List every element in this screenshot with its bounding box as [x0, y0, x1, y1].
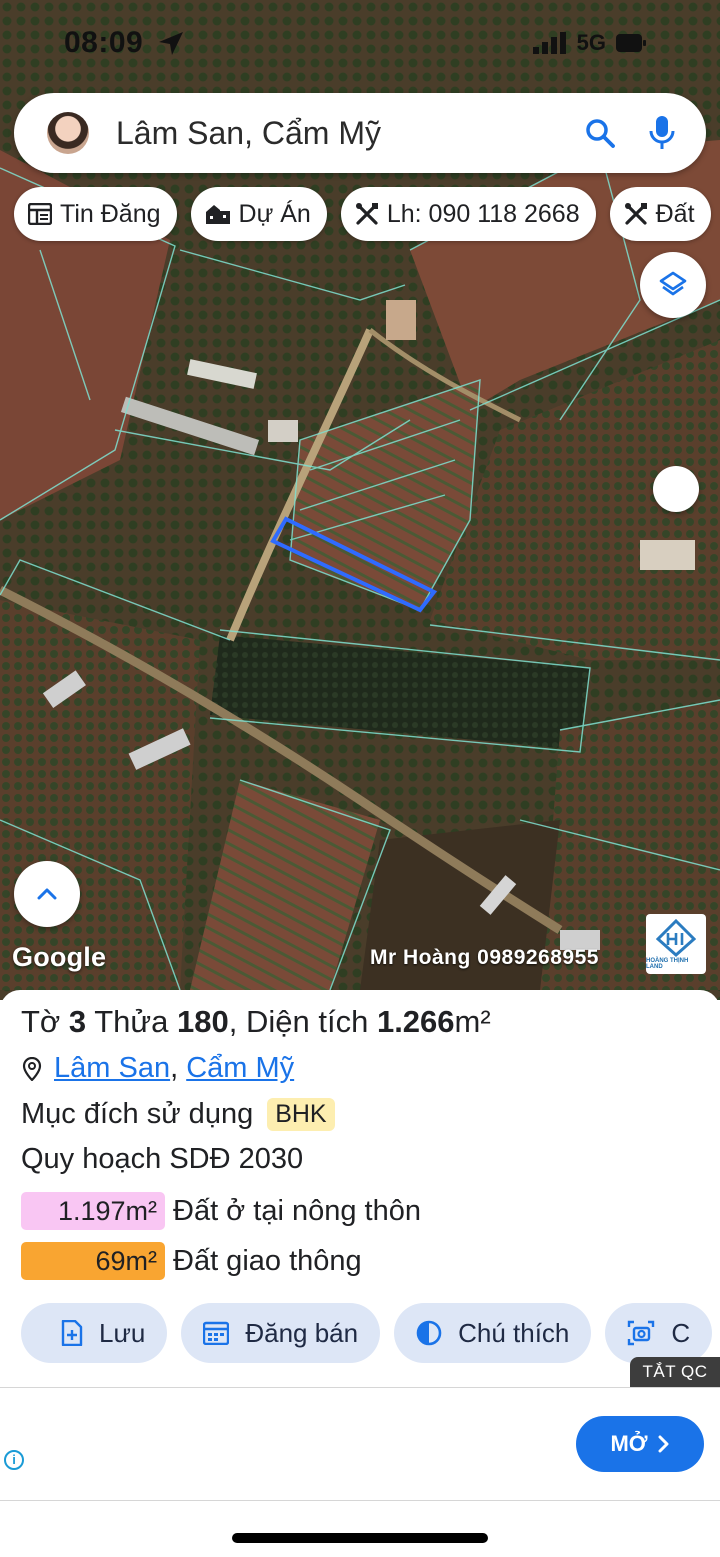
contrast-icon	[416, 1320, 442, 1346]
sheet-number: 3	[68, 1004, 87, 1039]
action-buttons: Lưu Đăng bán Chú thích C	[0, 1303, 720, 1369]
lot-number: 180	[177, 1004, 229, 1039]
filter-chips: Tin Đăng Dự Án Lh: 090 118 2668 Đất	[0, 187, 720, 247]
google-attribution: Google	[12, 942, 107, 972]
chevron-up-icon	[37, 888, 57, 900]
zone-area: 69m²	[21, 1242, 165, 1280]
chip-du-an[interactable]: Dự Án	[190, 187, 327, 241]
layers-icon	[659, 271, 687, 296]
lot-label: Thửa	[94, 1004, 169, 1039]
status-time: 08:09	[64, 26, 144, 59]
screenshot-button[interactable]: C	[605, 1303, 713, 1363]
chip-label: Đất	[655, 199, 695, 228]
land-use-purpose: Mục đích sử dụng BHK	[21, 1098, 335, 1131]
network-type: 5G	[576, 30, 606, 55]
map-view[interactable]: 08:09 5G Lâm San, Cẩm Mỹ Tin Đăng Dự Án …	[0, 0, 720, 1000]
home-indicator[interactable]	[232, 1533, 488, 1543]
newspaper-icon	[28, 203, 52, 225]
legend-label: Chú thích	[458, 1317, 570, 1348]
zone-label: Đất giao thông	[173, 1244, 362, 1277]
zone-label: Đất ở tại nông thôn	[173, 1194, 421, 1227]
save-label: Lưu	[99, 1317, 146, 1348]
save-button[interactable]: Lưu	[21, 1303, 168, 1363]
chip-tin-dang[interactable]: Tin Đăng	[14, 187, 177, 241]
zone-area: 1.197m²	[21, 1192, 165, 1230]
planning-label: Quy hoạch SDĐ 2030	[21, 1143, 304, 1175]
battery-icon	[616, 34, 646, 52]
watermark-logo: HOÀNG THỊNH LAND	[646, 914, 706, 974]
buildings-icon	[205, 205, 230, 224]
signal-icon	[532, 32, 566, 54]
open-ad-label: MỞ	[610, 1431, 648, 1456]
watermark-logo-text: HOÀNG THỊNH LAND	[646, 957, 689, 970]
expand-sheet-button[interactable]	[14, 861, 80, 927]
open-ad-button[interactable]: MỞ	[576, 1416, 704, 1472]
search-bar[interactable]: Lâm San, Cẩm Mỹ	[14, 93, 706, 173]
location-arrow-icon	[159, 32, 183, 55]
status-bar: 08:09 5G	[0, 0, 720, 86]
chip-label: Lh: 090 118 2668	[386, 199, 580, 228]
compass-button[interactable]	[653, 466, 699, 512]
close-ad-button[interactable]: TẮT QC	[630, 1357, 720, 1387]
calendar-icon	[203, 1321, 230, 1345]
purpose-badge: BHK	[267, 1098, 335, 1131]
parcel-title: Tờ 3 Thửa 180, Diện tích 1.266m²	[21, 1004, 491, 1039]
tools-icon	[355, 203, 378, 225]
area-value: 1.266	[376, 1004, 455, 1039]
area-label: Diện tích	[245, 1004, 369, 1039]
map-pin-icon	[22, 1056, 42, 1081]
purpose-label: Mục đích sử dụng	[21, 1098, 254, 1130]
chip-dat[interactable]: Đất	[609, 187, 711, 241]
chip-label: Tin Đăng	[60, 199, 161, 228]
camera-icon	[628, 1320, 655, 1346]
zone-row: 69m² Đất giao thông	[21, 1242, 362, 1280]
location-link-district[interactable]: Cẩm Mỹ	[186, 1052, 294, 1085]
location-row: Lâm San, Cẩm Mỹ	[22, 1052, 294, 1085]
legend-button[interactable]: Chú thích	[394, 1303, 592, 1363]
avatar[interactable]	[47, 112, 89, 154]
screenshot-label: C	[671, 1317, 691, 1348]
status-indicators: 5G	[532, 30, 646, 56]
zone-row: 1.197m² Đất ở tại nông thôn	[21, 1192, 421, 1230]
layers-button[interactable]	[640, 252, 706, 318]
post-sale-label: Đăng bán	[245, 1317, 359, 1348]
ad-info-icon[interactable]: i	[4, 1450, 24, 1470]
chip-contact[interactable]: Lh: 090 118 2668	[340, 187, 596, 241]
add-document-icon	[61, 1320, 83, 1346]
tools-icon	[624, 203, 647, 225]
sheet-label: Tờ	[21, 1004, 61, 1039]
company-logo-icon	[656, 918, 696, 957]
area-unit: m²	[454, 1004, 491, 1039]
chip-label: Dự Án	[238, 199, 311, 228]
location-link-commune[interactable]: Lâm San	[54, 1052, 170, 1085]
search-icon[interactable]	[580, 117, 620, 149]
microphone-icon[interactable]	[642, 115, 682, 151]
search-input[interactable]: Lâm San, Cẩm Mỹ	[116, 115, 580, 152]
post-sale-button[interactable]: Đăng bán	[181, 1303, 381, 1363]
chevron-right-icon	[658, 1435, 669, 1453]
watermark-text: Mr Hoàng 0989268955	[370, 946, 599, 969]
